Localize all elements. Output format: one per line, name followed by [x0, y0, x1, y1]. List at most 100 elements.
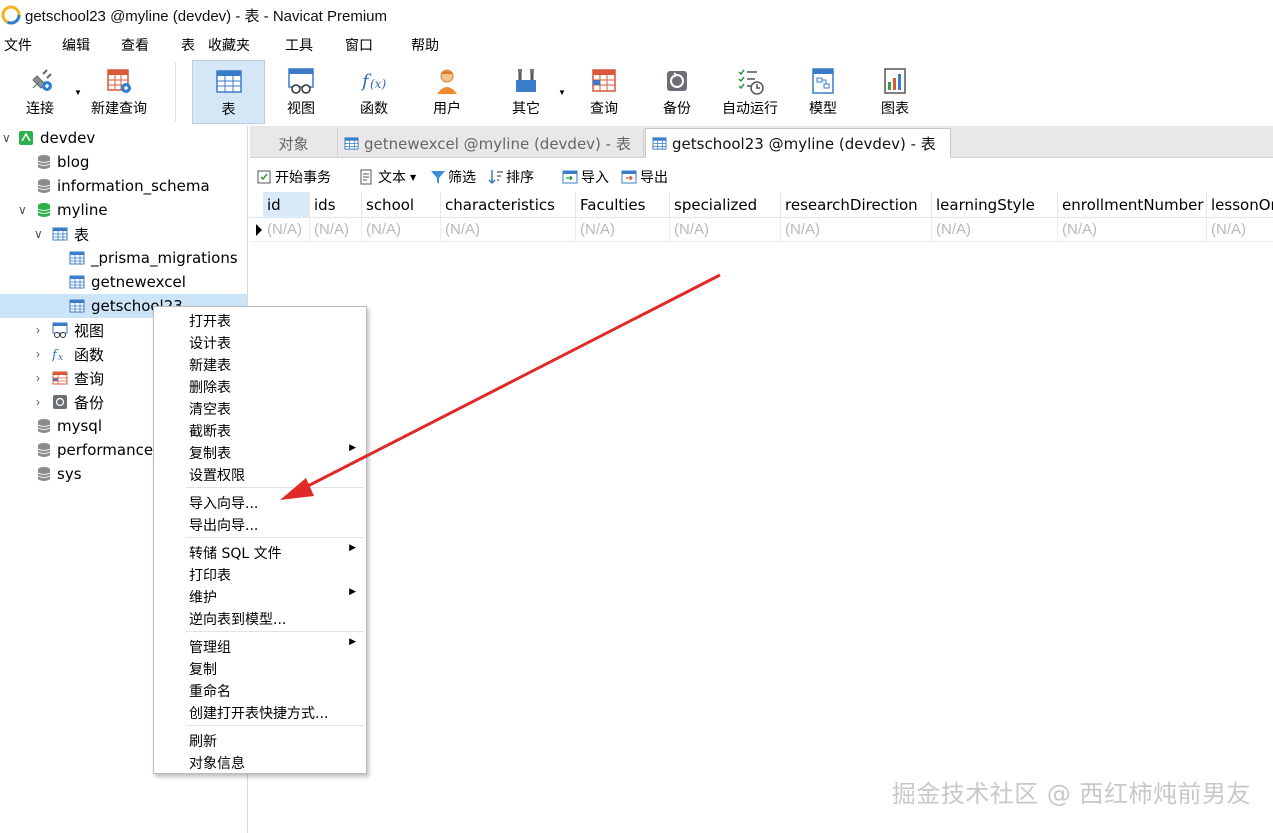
column-header-research-direction[interactable]: researchDirection: [781, 192, 932, 218]
tree-group-tables[interactable]: ∨ 表: [0, 222, 247, 246]
menu-table[interactable]: 表: [181, 35, 195, 55]
menu-item-dump-sql[interactable]: 转储 SQL 文件: [189, 543, 282, 563]
column-header-faculties[interactable]: Faculties: [576, 192, 670, 218]
chevron-down-icon[interactable]: ∨: [18, 203, 27, 217]
menu-item-create-shortcut[interactable]: 创建打开表快捷方式...: [189, 703, 328, 723]
menu-help[interactable]: 帮助: [411, 35, 439, 55]
column-header-ids[interactable]: ids: [310, 192, 362, 218]
filter-button[interactable]: 筛选: [430, 167, 476, 187]
chart-button[interactable]: 图表: [872, 60, 918, 124]
menu-item-open-table[interactable]: 打开表: [189, 311, 231, 331]
menu-tools[interactable]: 工具: [285, 35, 313, 55]
menu-item-manage-group[interactable]: 管理组: [189, 637, 231, 657]
table-row[interactable]: (N/A) (N/A) (N/A) (N/A) (N/A) (N/A) (N/A…: [250, 218, 1273, 242]
transaction-icon: [257, 170, 271, 184]
column-header-characteristics[interactable]: characteristics: [441, 192, 576, 218]
menu-item-delete-table[interactable]: 删除表: [189, 377, 231, 397]
export-button[interactable]: 导出: [621, 167, 668, 187]
navicat-logo-icon: [1, 5, 21, 25]
table-cell[interactable]: (N/A): [310, 218, 362, 242]
auto-run-button[interactable]: 自动运行: [716, 60, 784, 124]
menu-item-object-info[interactable]: 对象信息: [189, 753, 245, 773]
menu-window[interactable]: 窗口: [345, 35, 373, 55]
menu-view[interactable]: 查看: [121, 35, 149, 55]
column-header-learning-style[interactable]: learningStyle: [932, 192, 1058, 218]
tree-table-prisma-migrations[interactable]: _prisma_migrations: [0, 246, 247, 270]
chevron-right-icon[interactable]: ›: [36, 347, 40, 361]
query-button[interactable]: 查询: [580, 60, 628, 124]
connect-button[interactable]: 连接: [14, 60, 66, 124]
user-button[interactable]: 用户: [422, 60, 472, 124]
table-cell[interactable]: (N/A): [263, 218, 310, 242]
tree-label: 备份: [74, 393, 105, 412]
table-button[interactable]: 表: [192, 60, 265, 124]
menu-item-export-wizard[interactable]: 导出向导...: [189, 515, 258, 535]
column-header-lesson[interactable]: lessonOr: [1207, 192, 1273, 218]
column-header-specialized[interactable]: specialized: [670, 192, 781, 218]
table-cell[interactable]: (N/A): [1058, 218, 1207, 242]
other-dropdown-icon[interactable]: ▼: [558, 88, 566, 97]
tree-connection-devdev[interactable]: ∨ devdev: [0, 126, 247, 150]
chevron-down-icon[interactable]: ▼: [410, 173, 416, 182]
menu-item-reverse-to-model[interactable]: 逆向表到模型...: [189, 609, 286, 629]
menu-item-empty-table[interactable]: 清空表: [189, 399, 231, 419]
import-button[interactable]: 导入: [562, 167, 609, 187]
chevron-down-icon[interactable]: ∨: [2, 131, 11, 145]
menu-separator: [186, 487, 364, 488]
model-button[interactable]: 模型: [800, 60, 846, 124]
other-button[interactable]: 其它: [503, 60, 549, 124]
menu-item-rename[interactable]: 重命名: [189, 681, 231, 701]
menu-item-design-table[interactable]: 设计表: [189, 333, 231, 353]
menu-item-refresh[interactable]: 刷新: [189, 731, 217, 751]
menu-item-new-table[interactable]: 新建表: [189, 355, 231, 375]
table-cell[interactable]: (N/A): [441, 218, 576, 242]
menu-item-copy[interactable]: 复制: [189, 659, 217, 679]
tab-getschool23[interactable]: getschool23 @myline (devdev) - 表: [645, 128, 951, 158]
chevron-right-icon[interactable]: ›: [36, 395, 40, 409]
tree-label: 视图: [74, 321, 105, 340]
chevron-right-icon[interactable]: ›: [36, 323, 40, 337]
current-row-marker-icon: [256, 224, 262, 236]
backup-button[interactable]: 备份: [653, 60, 701, 124]
table-cell[interactable]: (N/A): [670, 218, 781, 242]
view-button[interactable]: 视图: [276, 60, 326, 124]
table-label: 表: [221, 102, 236, 118]
column-header-id[interactable]: id: [263, 192, 310, 218]
function-icon: f (x): [360, 71, 386, 92]
table-cell[interactable]: (N/A): [781, 218, 932, 242]
tree-table-getnewexcel[interactable]: getnewexcel: [0, 270, 247, 294]
tab-objects[interactable]: 对象: [250, 128, 338, 158]
view-icon: [288, 68, 314, 94]
table-cell[interactable]: (N/A): [1207, 218, 1273, 242]
menu-item-set-permissions[interactable]: 设置权限: [189, 465, 245, 485]
text-button[interactable]: 文本 ▼: [358, 167, 416, 187]
tree-label: sys: [57, 465, 82, 483]
column-header-school[interactable]: school: [362, 192, 441, 218]
menu-item-import-wizard[interactable]: 导入向导...: [189, 493, 258, 513]
column-header-enrollment-number[interactable]: enrollmentNumber: [1058, 192, 1207, 218]
table-cell[interactable]: (N/A): [576, 218, 670, 242]
chevron-right-icon[interactable]: ›: [36, 371, 40, 385]
menu-item-truncate-table[interactable]: 截断表: [189, 421, 231, 441]
menu-item-copy-table[interactable]: 复制表: [189, 443, 231, 463]
new-query-button[interactable]: 新建查询: [86, 60, 152, 124]
connect-dropdown-icon[interactable]: ▼: [74, 88, 82, 97]
menu-favorites[interactable]: 收藏夹: [208, 35, 250, 55]
table-cell[interactable]: (N/A): [362, 218, 441, 242]
sort-button[interactable]: 排序: [488, 167, 534, 187]
new-query-icon: [107, 69, 131, 93]
function-button[interactable]: f (x) 函数: [349, 60, 399, 124]
menu-edit[interactable]: 编辑: [62, 35, 90, 55]
tree-db-myline[interactable]: ∨ myline: [0, 198, 247, 222]
tree-db-blog[interactable]: blog: [0, 150, 247, 174]
begin-transaction-button[interactable]: 开始事务: [256, 167, 331, 187]
menu-file[interactable]: 文件: [4, 35, 32, 55]
chart-label: 图表: [881, 101, 909, 117]
tab-getnewexcel[interactable]: getnewexcel @myline (devdev) - 表: [338, 128, 644, 158]
chevron-down-icon[interactable]: ∨: [34, 227, 43, 241]
menu-item-maintain[interactable]: 维护: [189, 587, 217, 607]
tab-label: getschool23 @myline (devdev) - 表: [672, 134, 936, 153]
menu-item-print-table[interactable]: 打印表: [189, 565, 231, 585]
tree-db-information-schema[interactable]: information_schema: [0, 174, 247, 198]
table-cell[interactable]: (N/A): [932, 218, 1058, 242]
